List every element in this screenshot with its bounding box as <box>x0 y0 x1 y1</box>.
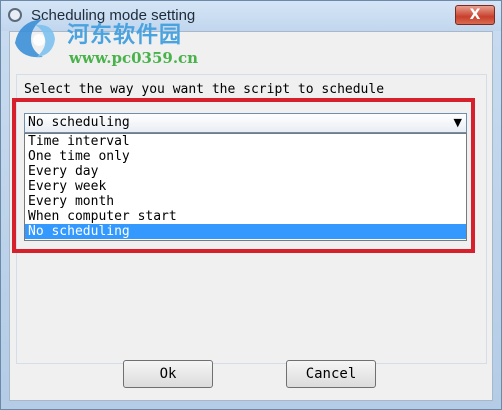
option-every-week[interactable]: Every week <box>25 179 466 194</box>
option-no-scheduling[interactable]: No scheduling <box>25 224 466 239</box>
chevron-down-icon[interactable]: ▼ <box>454 116 462 129</box>
dialog-client-area: Select the way you want the script to sc… <box>9 31 493 401</box>
close-button[interactable]: X <box>455 5 495 25</box>
watermark-text: 河东软件园 <box>67 23 183 48</box>
option-one-time-only[interactable]: One time only <box>25 149 466 164</box>
select-current-value: No scheduling <box>28 115 130 130</box>
option-time-interval[interactable]: Time interval <box>25 134 466 149</box>
option-when-computer-start[interactable]: When computer start <box>25 209 466 224</box>
watermark-url: www.pc0359.cn <box>69 49 199 67</box>
schedule-mode-dropdown-list: Time interval One time only Every day Ev… <box>24 133 467 241</box>
prompt-label: Select the way you want the script to sc… <box>24 82 385 97</box>
schedule-mode-select[interactable]: No scheduling ▼ <box>24 113 467 133</box>
dialog-window: Scheduling mode setting X Select the way… <box>0 0 502 410</box>
cancel-button[interactable]: Cancel <box>286 360 376 388</box>
ok-button[interactable]: Ok <box>123 360 213 388</box>
option-every-day[interactable]: Every day <box>25 164 466 179</box>
close-icon: X <box>469 7 481 23</box>
watermark-logo-icon <box>15 19 55 58</box>
option-every-month[interactable]: Every month <box>25 194 466 209</box>
